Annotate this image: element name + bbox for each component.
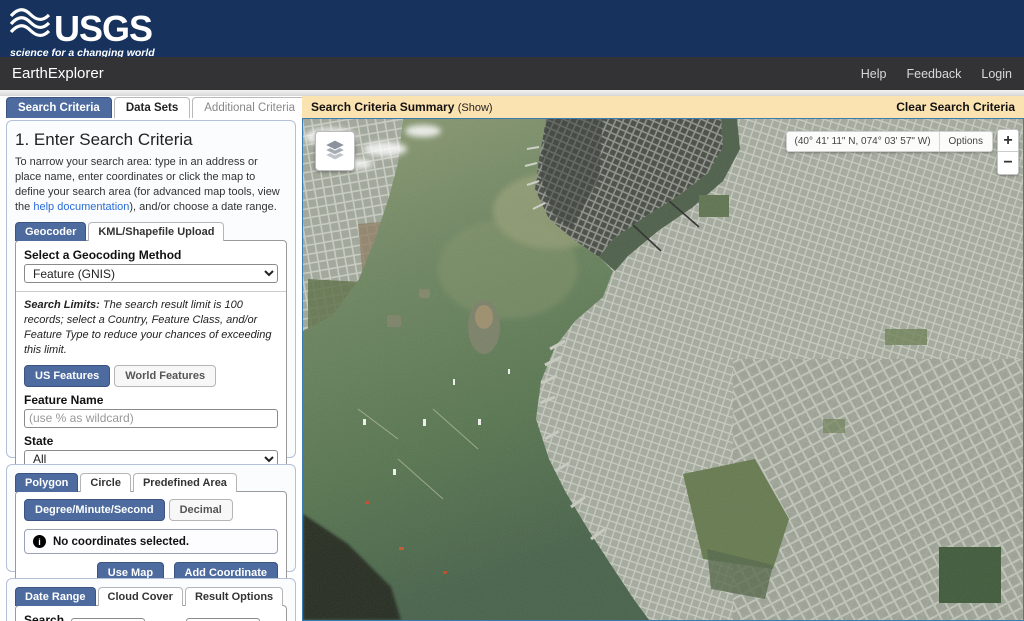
info-icon: i — [33, 535, 46, 548]
usgs-wave-icon — [10, 6, 50, 45]
dms-format-button[interactable]: Degree/Minute/Second — [24, 499, 165, 521]
tab-circle[interactable]: Circle — [80, 473, 131, 492]
summary-show-toggle[interactable]: (Show) — [458, 102, 493, 114]
clear-search-criteria-button[interactable]: Clear Search Criteria — [896, 100, 1015, 114]
map-container[interactable]: (40° 41' 11" N, 074° 03' 57" W) Options … — [302, 118, 1024, 621]
usgs-logo: USGS science for a changing world — [10, 6, 155, 59]
search-from-label: Search from: — [24, 613, 67, 621]
layers-button[interactable] — [315, 131, 355, 171]
decimal-format-button[interactable]: Decimal — [169, 499, 233, 521]
panel-heading: 1. Enter Search Criteria — [15, 130, 287, 150]
search-criteria-panel: 1. Enter Search Criteria To narrow your … — [0, 118, 302, 621]
usgs-brand: USGS — [54, 13, 152, 45]
no-coordinates-infobox: i No coordinates selected. — [24, 529, 278, 554]
zoom-out-button[interactable]: − — [998, 152, 1018, 174]
app-title: EarthExplorer — [12, 65, 104, 82]
form-divider — [16, 291, 286, 292]
usgs-header: USGS science for a changing world — [0, 0, 1024, 57]
date-range-form: Search from: to: — [15, 605, 287, 621]
tab-data-sets[interactable]: Data Sets — [114, 97, 190, 118]
tab-polygon[interactable]: Polygon — [15, 473, 78, 492]
feature-name-input[interactable] — [24, 409, 278, 428]
tab-additional-criteria[interactable]: Additional Criteria — [192, 97, 307, 118]
layers-icon — [322, 136, 348, 167]
tab-predefined-area[interactable]: Predefined Area — [133, 473, 237, 492]
enter-search-criteria-card: 1. Enter Search Criteria To narrow your … — [6, 120, 296, 458]
state-label: State — [24, 434, 278, 448]
no-coordinates-message: No coordinates selected. — [53, 536, 189, 548]
tab-date-range[interactable]: Date Range — [15, 587, 96, 606]
panel-intro: To narrow your search area: type in an a… — [15, 155, 287, 214]
map-options-button[interactable]: Options — [940, 132, 992, 151]
geocoding-method-label: Select a Geocoding Method — [24, 248, 278, 262]
zoom-in-button[interactable]: + — [998, 130, 1018, 152]
us-features-button[interactable]: US Features — [24, 365, 110, 387]
tab-kml-shapefile-upload[interactable]: KML/Shapefile Upload — [88, 222, 224, 241]
feedback-link[interactable]: Feedback — [907, 67, 962, 81]
satellite-imagery[interactable] — [303, 119, 1023, 620]
login-link[interactable]: Login — [981, 67, 1012, 81]
area-selection-card: Polygon Circle Predefined Area Degree/Mi… — [6, 464, 296, 572]
date-to-input[interactable] — [186, 618, 260, 621]
search-limits-note: Search Limits: The search result limit i… — [24, 298, 278, 357]
date-range-card: Date Range Cloud Cover Result Options Se… — [6, 578, 296, 621]
tab-cloud-cover[interactable]: Cloud Cover — [98, 587, 183, 606]
tab-result-options[interactable]: Result Options — [185, 587, 283, 606]
world-features-button[interactable]: World Features — [114, 365, 216, 387]
tab-search-criteria[interactable]: Search Criteria — [6, 97, 112, 118]
tab-geocoder[interactable]: Geocoder — [15, 222, 86, 241]
app-bar: EarthExplorer Help Feedback Login — [0, 57, 1024, 90]
cursor-coordinates: (40° 41' 11" N, 074° 03' 57" W) — [787, 132, 940, 151]
area-tab-bar: Polygon Circle Predefined Area — [15, 473, 287, 492]
map-coordinate-bar: (40° 41' 11" N, 074° 03' 57" W) Options — [786, 131, 994, 152]
geocoder-tab-bar: Geocoder KML/Shapefile Upload — [15, 222, 287, 241]
zoom-control: + − — [997, 129, 1019, 175]
geocoding-method-select[interactable]: Feature (GNIS) — [24, 264, 278, 283]
help-link[interactable]: Help — [861, 67, 887, 81]
date-from-input[interactable] — [71, 618, 145, 621]
search-criteria-summary-bar: Search Criteria Summary (Show) Clear Sea… — [302, 96, 1024, 118]
summary-title: Search Criteria Summary — [311, 100, 454, 114]
feature-name-label: Feature Name — [24, 393, 278, 407]
date-tab-bar: Date Range Cloud Cover Result Options — [15, 587, 287, 606]
help-documentation-link[interactable]: help documentation — [33, 201, 129, 213]
